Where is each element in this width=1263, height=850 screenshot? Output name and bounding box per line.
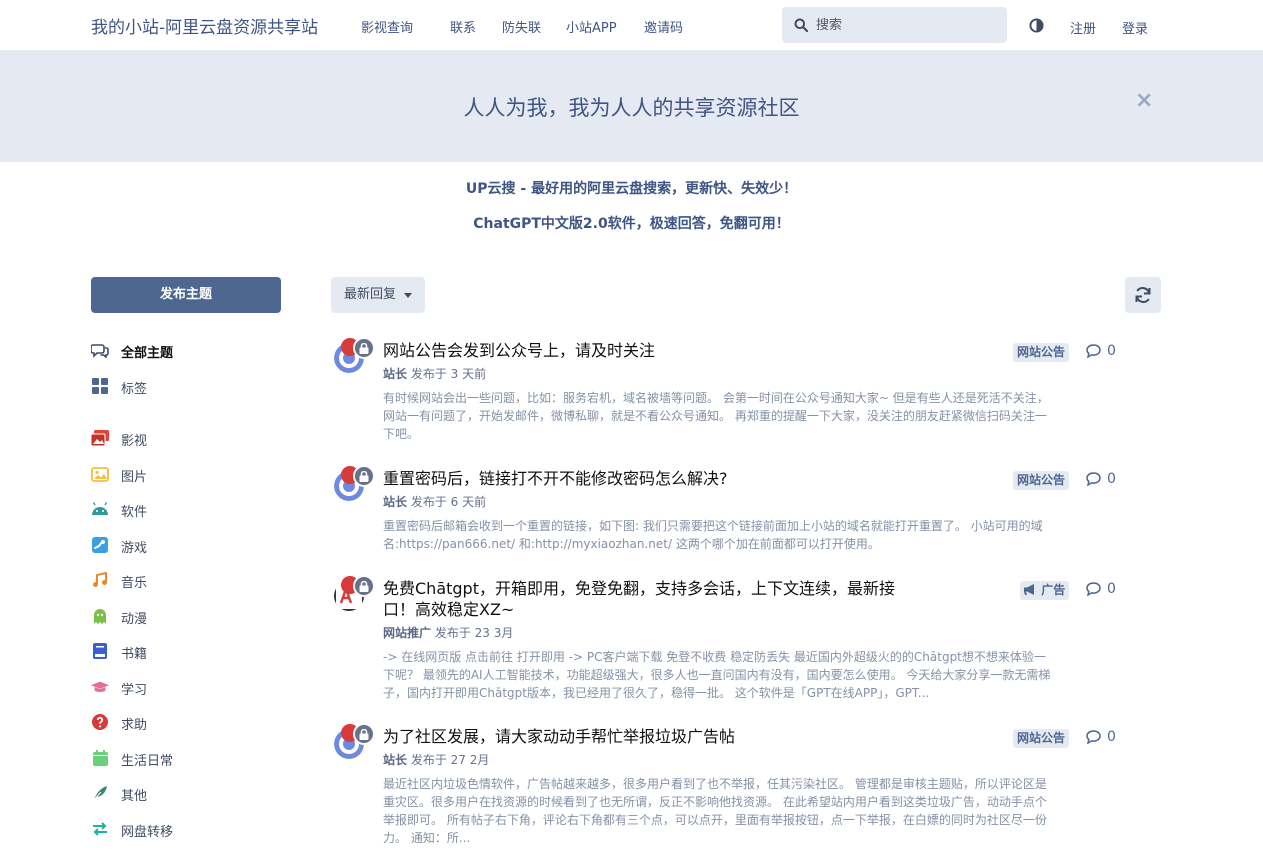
question-circle-icon	[91, 713, 109, 731]
discussion-excerpt: 重置密码后邮箱会收到一个重置的链接，如下图: 我们只需要把这个链接前面加上小站的…	[383, 519, 1043, 551]
book-icon	[91, 642, 109, 660]
search-input[interactable]	[816, 7, 1001, 43]
ghost-icon	[91, 607, 109, 625]
sidebar-item-label: 全部主题	[121, 346, 174, 361]
register-link[interactable]: 注册	[1070, 18, 1096, 37]
nav-contact[interactable]: 联系	[450, 17, 476, 36]
discussion-time: 发布于 23 3月	[434, 626, 514, 640]
comment-icon	[1086, 730, 1101, 744]
discussion-excerpt: 最近社区内垃圾色情软件，广告帖越来越多，很多用户看到了也不举报，任其污染社区。 …	[383, 777, 1047, 845]
site-brand[interactable]: 我的小站-阿里云盘资源共享站	[91, 13, 318, 38]
discussion-title[interactable]: 网站公告会发到公众号上，请及时关注	[383, 340, 903, 361]
sort-dropdown[interactable]: 最新回复	[331, 277, 425, 313]
refresh-icon	[1135, 287, 1151, 303]
tag-badge[interactable]: 网站公告	[1013, 471, 1070, 490]
close-icon[interactable]: ×	[1135, 88, 1153, 113]
discussion-excerpt: 有时候网站会出一些问题，比如：服务宕机，域名被墙等问题。 会第一时间在公众号通知…	[383, 391, 1049, 441]
discussion-meta: 站长 发布于 6 天前	[383, 493, 486, 510]
tag-badge[interactable]: 广告	[1020, 581, 1070, 600]
lock-icon	[353, 723, 375, 745]
sidebar-item-label: 学习	[121, 683, 148, 698]
discussion-title[interactable]: 免费Chātgpt，开箱即用，免登免翻，支持多会话，上下文连续，最新接口！高效稳…	[383, 578, 903, 620]
sidebar-item-label: 求助	[121, 718, 148, 733]
discussion-excerpt: -> 在线网页版 点击前往 打开即用 -> PC客户端下载 免登不收费 稳定防丢…	[383, 650, 1051, 700]
site-header: 我的小站-阿里云盘资源共享站 影视查询 联系 防失联 小站APP 邀请码 注册 …	[0, 0, 1263, 51]
discussion-meta: 站长 发布于 3 天前	[383, 365, 486, 382]
discussion-author[interactable]: 站长	[383, 367, 407, 381]
discussion-author[interactable]: 网站推广	[383, 626, 431, 640]
sidebar-item-label: 标签	[121, 382, 148, 397]
sidebar-item-label: 书籍	[121, 647, 148, 662]
contrast-icon[interactable]	[1029, 18, 1044, 33]
lock-icon	[353, 337, 375, 359]
exchange-icon	[91, 820, 109, 838]
caret-down-icon	[404, 293, 412, 298]
new-discussion-button[interactable]: 发布主题	[91, 277, 281, 313]
discussion-time: 发布于 6 天前	[410, 495, 487, 509]
lock-icon	[353, 465, 375, 487]
discussion-author[interactable]: 站长	[383, 495, 407, 509]
photo-film-icon	[91, 429, 109, 447]
discussion-time: 发布于 3 天前	[410, 367, 487, 381]
calendar-icon	[91, 749, 109, 767]
sidebar-item-label: 网盘转移	[121, 825, 174, 840]
nav-anti-loss[interactable]: 防失联	[502, 17, 541, 36]
sidebar-item-label: 软件	[121, 505, 148, 520]
welcome-hero: 人人为我，我为人人的共享资源社区 ×	[0, 51, 1263, 162]
refresh-button[interactable]	[1125, 277, 1161, 313]
sidebar-item-label: 游戏	[121, 541, 148, 556]
discussion-meta: 网站推广 发布于 23 3月	[383, 624, 513, 641]
tag-badge[interactable]: 网站公告	[1013, 343, 1070, 362]
discussion-time: 发布于 27 2月	[410, 753, 490, 767]
comment-icon	[1086, 472, 1101, 486]
announcement-link[interactable]: ChatGPT中文版2.0软件，极速回答，免翻可用！	[0, 213, 1263, 233]
graduation-cap-icon	[91, 678, 109, 696]
lock-icon	[353, 575, 375, 597]
discussion-title[interactable]: 为了社区发展，请大家动动手帮忙举报垃圾广告帖	[383, 726, 903, 747]
search-icon	[794, 18, 808, 32]
nav-movie-search[interactable]: 影视查询	[361, 17, 413, 36]
feather-icon	[91, 784, 109, 802]
grid-icon	[91, 377, 109, 395]
image-icon	[91, 465, 109, 483]
sidebar-item-label: 生活日常	[121, 754, 174, 769]
comments-icon	[91, 341, 109, 359]
discussion-meta: 站长 发布于 27 2月	[383, 751, 489, 768]
steam-icon	[91, 536, 109, 554]
comment-icon	[1086, 582, 1101, 596]
discussion-title[interactable]: 重置密码后，链接打不开不能修改密码怎么解决?	[383, 468, 903, 489]
sidebar-item-label: 影视	[121, 434, 148, 449]
login-link[interactable]: 登录	[1122, 18, 1148, 37]
discussion-author[interactable]: 站长	[383, 753, 407, 767]
sidebar-item-label: 音乐	[121, 576, 148, 591]
sort-label: 最新回复	[344, 287, 397, 302]
sidebar-item-label: 其他	[121, 789, 148, 804]
bullhorn-icon	[1024, 584, 1034, 595]
music-icon	[91, 571, 109, 589]
nav-app[interactable]: 小站APP	[566, 17, 617, 36]
sidebar-item-label: 图片	[121, 470, 148, 485]
nav-invite-code[interactable]: 邀请码	[644, 17, 683, 36]
android-icon	[91, 500, 109, 518]
announcement-link[interactable]: UP云搜 - 最好用的阿里云盘搜索，更新快、失效少！	[0, 178, 1263, 198]
tag-badge[interactable]: 网站公告	[1013, 729, 1070, 748]
comment-icon	[1086, 344, 1101, 358]
sidebar-item-label: 动漫	[121, 612, 148, 627]
hero-title: 人人为我，我为人人的共享资源社区	[463, 96, 800, 120]
search-box[interactable]	[782, 7, 1007, 43]
